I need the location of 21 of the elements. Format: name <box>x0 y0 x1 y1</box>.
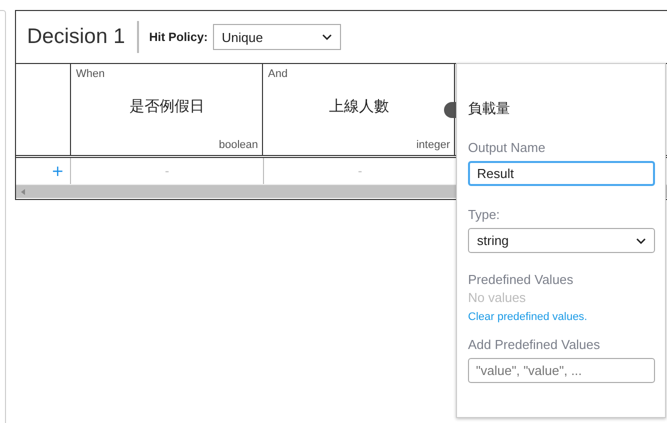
hit-policy-select[interactable]: Unique <box>212 24 341 50</box>
field-label: Output Name <box>468 140 546 155</box>
field-label: Add Predefined Values <box>468 337 600 352</box>
type-select[interactable]: string <box>468 228 655 253</box>
empty-values-text: No values <box>468 290 526 305</box>
decision-title: Decision 1 <box>27 25 126 49</box>
predefined-values-field[interactable]: "value", "value", ... <box>468 358 655 383</box>
column-name[interactable]: 上線人數 <box>329 97 389 116</box>
column-type: boolean <box>218 139 258 151</box>
column-type: integer <box>416 139 450 151</box>
popover-title: 負載量 <box>468 100 510 118</box>
output-name-field[interactable]: Result <box>468 161 655 186</box>
hit-policy-label: Hit Policy: <box>149 30 208 44</box>
scroll-left-icon[interactable] <box>21 188 25 194</box>
field-label: Type: <box>468 207 500 222</box>
column-name[interactable]: 是否例假日 <box>130 97 204 116</box>
field-label: Predefined Values <box>468 272 574 287</box>
clause-label: When <box>76 68 106 80</box>
chevron-down-icon <box>322 34 332 40</box>
clause-label: And <box>268 68 289 80</box>
chevron-down-icon <box>636 238 646 244</box>
